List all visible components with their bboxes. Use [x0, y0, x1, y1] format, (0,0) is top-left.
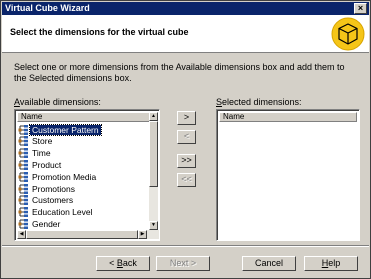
scroll-thumb[interactable] [149, 121, 158, 187]
list-item[interactable]: Store [18, 136, 54, 147]
scroll-down-button[interactable]: ▼ [149, 221, 158, 230]
dimension-icon [18, 148, 29, 159]
dimension-icon [18, 195, 29, 206]
title-bar[interactable]: Virtual Cube Wizard × [2, 2, 369, 15]
list-item-label: Customers [32, 195, 74, 206]
list-item-label: Product [32, 159, 62, 170]
column-header-name[interactable]: Name [17, 112, 151, 122]
add-dimension-button[interactable]: > [177, 111, 196, 125]
list-item[interactable]: Education Level [18, 207, 95, 218]
dimension-icon [18, 207, 29, 218]
selected-column-header-name[interactable]: Name [219, 112, 357, 122]
dimension-icon [18, 218, 29, 229]
list-item[interactable]: Customer Pattern [18, 123, 102, 136]
list-item[interactable]: Product [18, 159, 63, 170]
help-button[interactable]: Help [304, 256, 358, 271]
page-heading: Select the dimensions for the virtual cu… [10, 27, 189, 37]
list-item-label: Store [32, 136, 53, 147]
horizontal-scrollbar[interactable]: ◀ ▶ [17, 230, 159, 239]
scroll-right-button[interactable]: ▶ [138, 230, 147, 239]
dimension-icon [18, 183, 29, 194]
list-item[interactable]: Promotion Media [18, 171, 98, 182]
scroll-up-button[interactable]: ▲ [149, 112, 158, 121]
remove-all-dimensions-button[interactable]: << [177, 173, 196, 187]
selected-dimensions-list[interactable]: Name [216, 109, 360, 241]
close-button[interactable]: × [354, 3, 367, 14]
hscroll-thumb[interactable] [26, 230, 138, 239]
vertical-scrollbar[interactable]: ▲ ▼ [149, 112, 158, 230]
remove-dimension-button[interactable]: < [177, 130, 196, 144]
available-dimensions-label: Available dimensions: [14, 97, 101, 107]
add-all-dimensions-button[interactable]: >> [177, 154, 196, 168]
dimension-icon [18, 171, 29, 182]
list-item[interactable]: Promotions [18, 183, 77, 194]
dimension-icon [18, 136, 29, 147]
list-item-label: Education Level [32, 207, 93, 218]
virtual-cube-wizard-window: Virtual Cube Wizard × Select the dimensi… [0, 0, 371, 279]
list-item-label: Gender [32, 218, 61, 229]
dimension-icon [18, 159, 29, 170]
close-icon: × [357, 3, 364, 13]
list-item-label: Promotions [32, 183, 75, 194]
list-item-label: Time [32, 148, 51, 159]
window-title: Virtual Cube Wizard [5, 3, 90, 13]
next-button[interactable]: Next > [156, 256, 210, 271]
dimension-icon [18, 124, 29, 135]
available-dimensions-list[interactable]: Name Customer Pattern Store Time Product Pro… [14, 109, 160, 241]
selected-dimensions-label: Selected dimensions: [216, 97, 302, 107]
list-item-label: Promotion Media [32, 171, 97, 182]
wizard-header: Select the dimensions for the virtual cu… [2, 15, 369, 53]
list-item-label: Customer Pattern [29, 123, 102, 136]
list-item[interactable]: Gender [18, 218, 62, 229]
cube-wizard-icon [331, 17, 365, 51]
instructions-text: Select one or more dimensions from the A… [14, 62, 345, 83]
back-button[interactable]: < Back [96, 256, 150, 271]
list-item[interactable]: Customers [18, 195, 75, 206]
cancel-button[interactable]: Cancel [242, 256, 296, 271]
list-item[interactable]: Time [18, 148, 53, 159]
footer-separator [2, 245, 369, 247]
scroll-left-button[interactable]: ◀ [17, 230, 26, 239]
